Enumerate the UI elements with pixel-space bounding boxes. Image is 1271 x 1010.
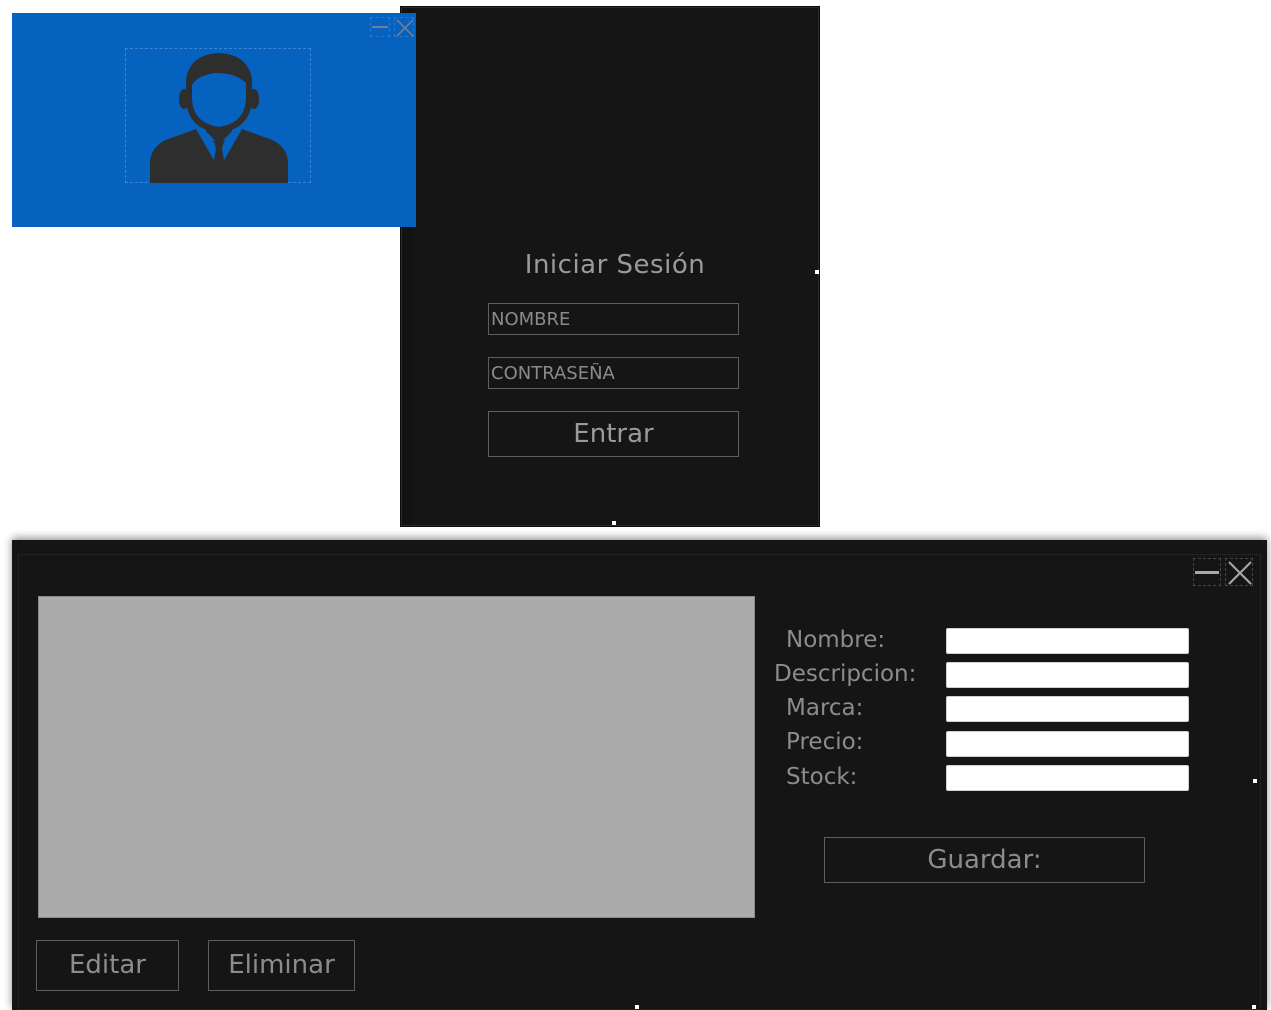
label-marca: Marca: xyxy=(786,695,864,721)
login-title: Iniciar Sesión xyxy=(524,250,706,280)
close-icon[interactable] xyxy=(394,17,414,37)
resize-handle[interactable] xyxy=(1253,779,1257,783)
resize-handle[interactable] xyxy=(635,1005,639,1009)
login-window-controls xyxy=(370,17,414,37)
stock-input[interactable] xyxy=(946,765,1189,791)
edit-button[interactable]: Editar xyxy=(36,940,179,991)
marca-input[interactable] xyxy=(946,696,1189,722)
minimize-icon[interactable] xyxy=(370,17,390,37)
delete-button[interactable]: Eliminar xyxy=(208,940,355,991)
close-icon[interactable] xyxy=(1225,558,1253,586)
login-button[interactable]: Entrar xyxy=(488,411,739,457)
save-button[interactable]: Guardar: xyxy=(824,837,1145,883)
nombre-input[interactable] xyxy=(946,628,1189,654)
avatar-picturebox xyxy=(125,48,311,183)
login-header xyxy=(12,13,416,227)
label-descripcion: Descripcion: xyxy=(774,661,917,687)
label-precio: Precio: xyxy=(786,729,864,755)
product-window-controls xyxy=(1193,558,1253,586)
descripcion-input[interactable] xyxy=(946,662,1189,688)
label-nombre: Nombre: xyxy=(786,627,886,653)
resize-handle[interactable] xyxy=(1252,1005,1256,1009)
label-stock: Stock: xyxy=(786,764,858,790)
products-data-grid[interactable] xyxy=(38,596,755,918)
precio-input[interactable] xyxy=(946,731,1189,757)
username-input[interactable] xyxy=(488,303,739,335)
password-input[interactable] xyxy=(488,357,739,389)
user-avatar-icon xyxy=(150,53,288,183)
minimize-icon[interactable] xyxy=(1193,558,1221,586)
resize-handle[interactable] xyxy=(612,521,616,525)
resize-handle[interactable] xyxy=(815,270,819,274)
